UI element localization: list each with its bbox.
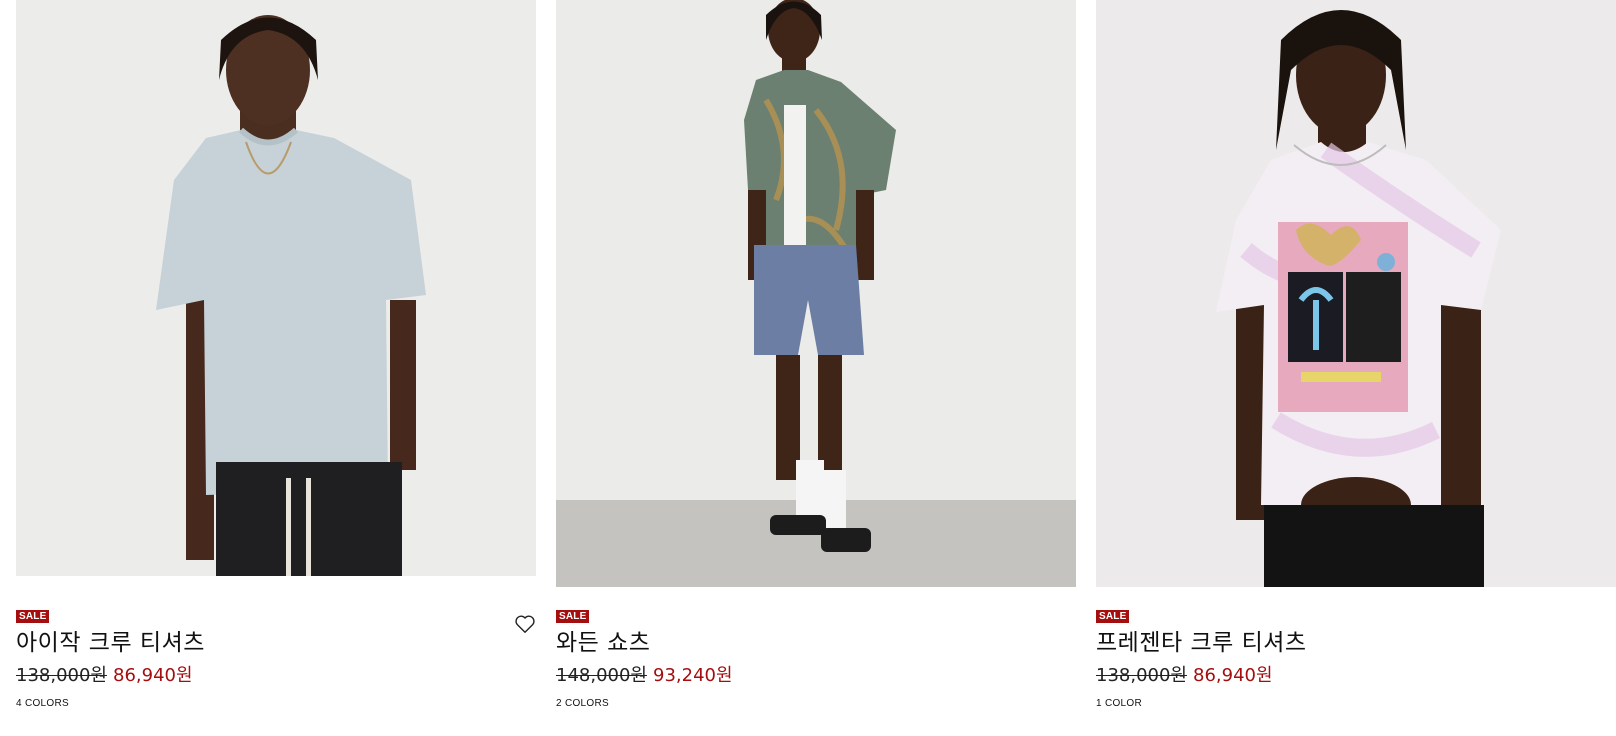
sale-price: 86,940원: [113, 665, 193, 686]
product-name[interactable]: 프레젠타 크루 티셔츠: [1096, 629, 1616, 657]
sale-price: 93,240원: [653, 665, 733, 686]
color-count[interactable]: 2 COLORS: [556, 698, 1076, 710]
product-grid: SALE 아이작 크루 티셔츠 138,000원 86,940원 4 COLORS: [16, 0, 1616, 736]
product-info: SALE 프레젠타 크루 티셔츠 138,000원 86,940원 1 COLOR: [1096, 606, 1616, 710]
product-card[interactable]: SALE 아이작 크루 티셔츠 138,000원 86,940원 4 COLORS: [16, 0, 536, 736]
original-price: 148,000원: [556, 665, 647, 686]
product-card[interactable]: SALE 와든 쇼츠 148,000원 93,240원 2 COLORS: [556, 0, 1076, 736]
color-count[interactable]: 1 COLOR: [1096, 698, 1616, 710]
price-row: 138,000원 86,940원: [16, 664, 536, 688]
sale-badge: SALE: [556, 610, 590, 623]
sale-badge: SALE: [1096, 610, 1130, 623]
product-info: SALE 와든 쇼츠 148,000원 93,240원 2 COLORS: [556, 606, 1076, 710]
product-name[interactable]: 아이작 크루 티셔츠: [16, 629, 536, 657]
price-row: 138,000원 86,940원: [1096, 664, 1616, 688]
product-image[interactable]: [16, 0, 536, 587]
product-image[interactable]: [1096, 0, 1616, 587]
heart-outline-icon[interactable]: [514, 613, 536, 635]
color-count[interactable]: 4 COLORS: [16, 698, 536, 710]
product-card[interactable]: SALE 프레젠타 크루 티셔츠 138,000원 86,940원 1 COLOR: [1096, 0, 1616, 736]
product-name[interactable]: 와든 쇼츠: [556, 629, 1076, 657]
price-row: 148,000원 93,240원: [556, 664, 1076, 688]
original-price: 138,000원: [1096, 665, 1187, 686]
sale-badge: SALE: [16, 610, 50, 623]
original-price: 138,000원: [16, 665, 107, 686]
sale-price: 86,940원: [1193, 665, 1273, 686]
product-info: SALE 아이작 크루 티셔츠 138,000원 86,940원 4 COLORS: [16, 606, 536, 710]
product-image[interactable]: [556, 0, 1076, 587]
